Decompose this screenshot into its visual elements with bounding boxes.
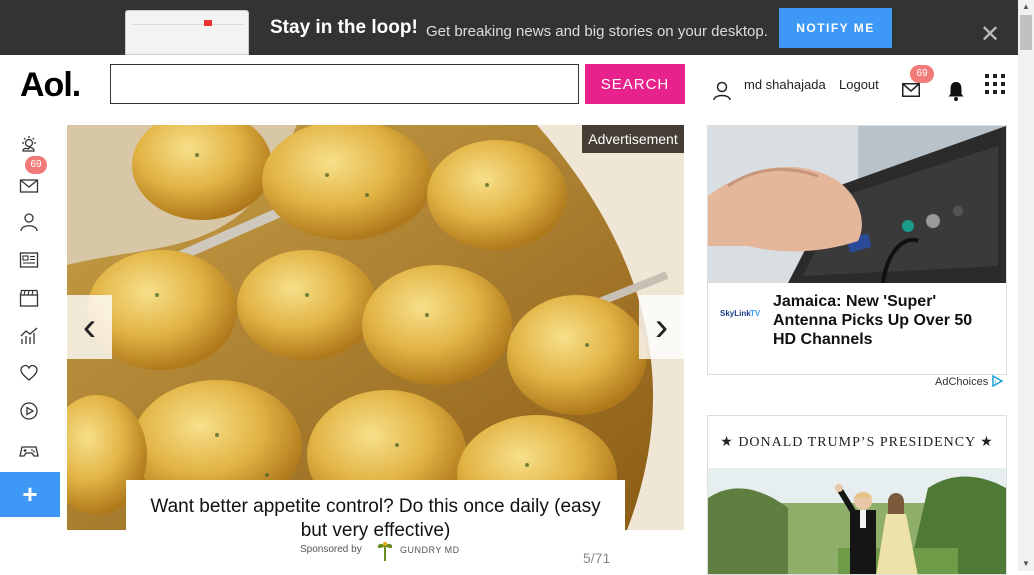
user-icon[interactable] xyxy=(19,212,39,232)
previous-slide-button[interactable]: ‹ xyxy=(67,295,112,359)
user-icon[interactable] xyxy=(713,81,731,101)
mail-icon[interactable] xyxy=(19,176,39,196)
finance-icon[interactable] xyxy=(19,326,39,346)
games-icon[interactable] xyxy=(19,441,39,461)
aol-logo[interactable]: Aol. xyxy=(20,66,81,105)
trump-presidency-title[interactable]: ★ DONALD TRUMP’S PRESIDENCY ★ xyxy=(708,434,1006,451)
mail-icon[interactable] xyxy=(902,83,920,97)
play-icon[interactable] xyxy=(19,401,39,421)
caption-title[interactable]: Want better appetite control? Do this on… xyxy=(126,495,625,543)
thumbnail-dot xyxy=(204,20,212,26)
notify-me-button[interactable]: NOTIFY ME xyxy=(779,8,892,48)
notify-title: Stay in the loop! xyxy=(270,17,418,38)
potatoes-image xyxy=(67,125,684,530)
notification-bar: Stay in the loop! Get breaking news and … xyxy=(0,0,1018,55)
notify-subtitle: Get breaking news and big stories on you… xyxy=(426,23,768,40)
advertisement-label: Advertisement xyxy=(582,125,684,153)
slide-caption[interactable]: Want better appetite control? Do this on… xyxy=(126,480,625,571)
health-icon[interactable] xyxy=(19,363,39,383)
adchoices-link[interactable]: AdChoices xyxy=(935,376,988,388)
svg-text:i: i xyxy=(995,380,996,386)
logout-link[interactable]: Logout xyxy=(839,77,879,92)
gundry-logo-icon xyxy=(377,542,393,561)
scroll-thumb[interactable] xyxy=(1020,15,1032,50)
next-slide-button[interactable]: › xyxy=(639,295,684,359)
antenna-ad[interactable]: SkyLink TV Jamaica: New 'Super' Antenna … xyxy=(707,125,1007,375)
trump-presidency-image[interactable] xyxy=(708,468,1006,575)
user-name[interactable]: md shahajada xyxy=(744,77,826,92)
sponsor-brand: GUNDRY MD xyxy=(400,545,460,555)
search-button[interactable]: SEARCH xyxy=(585,64,685,104)
antenna-ad-image xyxy=(708,126,1006,283)
slideshow xyxy=(67,125,684,530)
mail-badge: 69 xyxy=(910,65,934,83)
scroll-down-icon[interactable]: ▼ xyxy=(1018,557,1034,571)
desktop-thumbnail xyxy=(125,10,249,55)
thumbnail-bar xyxy=(132,19,244,25)
apps-grid-icon[interactable] xyxy=(985,74,1005,94)
antenna-ad-text[interactable]: Jamaica: New 'Super' Antenna Picks Up Ov… xyxy=(773,292,993,349)
scrollbar[interactable]: ▲ ▼ xyxy=(1018,0,1034,571)
close-icon[interactable]: ✕ xyxy=(980,23,1000,47)
scroll-up-icon[interactable]: ▲ xyxy=(1018,0,1034,14)
sponsor-row[interactable]: Sponsored by GUNDRY MD xyxy=(300,540,470,562)
adchoices-icon[interactable]: i xyxy=(991,375,1003,387)
skylink-tv-logo: SkyLink TV xyxy=(720,309,761,318)
rail-mail-badge: 69 xyxy=(25,156,47,174)
bell-icon[interactable] xyxy=(947,81,965,101)
add-button[interactable]: + xyxy=(0,472,60,517)
trump-presidency-module[interactable]: ★ DONALD TRUMP’S PRESIDENCY ★ xyxy=(707,415,1007,575)
news-icon[interactable] xyxy=(19,250,39,270)
video-icon[interactable] xyxy=(19,288,39,308)
svg-text:SkyLink: SkyLink xyxy=(720,309,751,318)
svg-text:TV: TV xyxy=(750,309,761,318)
search-input[interactable] xyxy=(110,64,579,104)
sponsored-by-label: Sponsored by xyxy=(300,544,362,555)
slide-counter: 5/71 xyxy=(583,550,611,566)
weather-icon[interactable] xyxy=(19,135,39,155)
